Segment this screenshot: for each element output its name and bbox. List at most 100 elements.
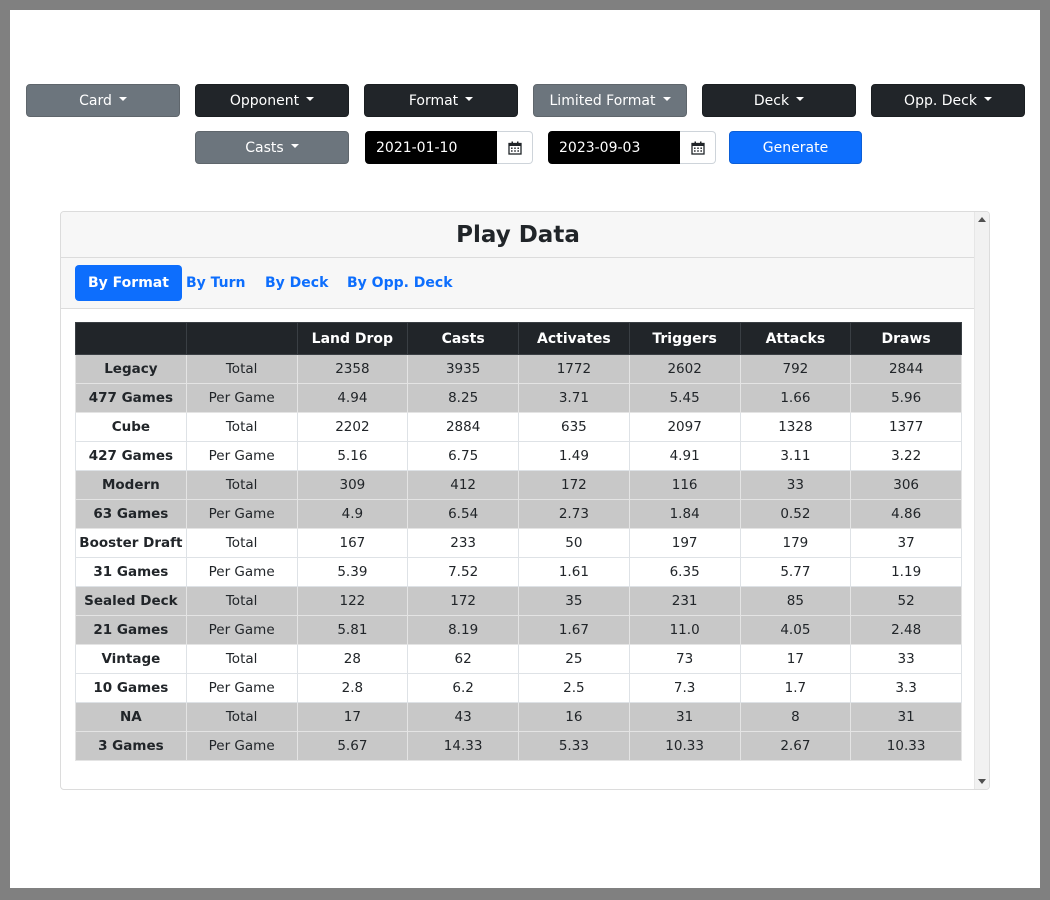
column-header-activates: Activates <box>518 322 630 355</box>
page: Card Opponent Format Limited Format Deck… <box>10 10 1040 888</box>
table-cell: 2.48 <box>850 615 962 645</box>
table-cell: 85 <box>739 586 852 616</box>
row-type: Per Game <box>185 731 298 761</box>
tab-by-opp-deck[interactable]: By Opp. Deck <box>334 265 466 301</box>
table-cell: 7.52 <box>407 557 519 587</box>
casts-stat-dropdown[interactable]: Casts <box>195 131 349 164</box>
table-cell: 0.52 <box>739 499 852 529</box>
row-header: 3 Games <box>75 731 187 761</box>
tab-by-turn[interactable]: By Turn <box>173 265 259 301</box>
table-cell: 3.11 <box>739 441 852 471</box>
table-cell: 10.33 <box>850 731 962 761</box>
format-filter-label: Format <box>408 92 459 109</box>
column-header-draws: Draws <box>850 322 962 355</box>
row-header: 477 Games <box>75 383 187 413</box>
table-cell: 17 <box>296 702 409 732</box>
deck-filter-dropdown[interactable]: Deck <box>702 84 856 117</box>
table-cell: 1.66 <box>739 383 852 413</box>
casts-stat-label: Casts <box>245 139 284 156</box>
scroll-up-icon[interactable] <box>978 217 986 222</box>
table-cell: 33 <box>850 644 962 674</box>
row-type: Per Game <box>185 383 298 413</box>
opp-deck-filter-dropdown[interactable]: Opp. Deck <box>871 84 1025 117</box>
caret-down-icon <box>306 96 315 101</box>
caret-down-icon <box>465 96 474 101</box>
table-cell: 116 <box>628 470 741 500</box>
table-cell: 5.96 <box>850 383 962 413</box>
table-cell: 6.2 <box>407 673 519 703</box>
scroll-down-icon[interactable] <box>978 779 986 784</box>
table-cell: 3.22 <box>850 441 962 471</box>
table-cell: 197 <box>628 528 741 558</box>
table-row: 3 Games Per Game 5.67 14.33 5.33 10.33 2.67 10.… <box>75 731 962 761</box>
row-header: Booster Draft <box>75 528 187 558</box>
table-cell: 2602 <box>628 354 741 384</box>
table-cell: 1328 <box>739 412 852 442</box>
format-filter-dropdown[interactable]: Format <box>364 84 518 117</box>
row-header: NA <box>75 702 187 732</box>
table-cell: 792 <box>739 354 852 384</box>
row-header: Sealed Deck <box>75 586 187 616</box>
table-cell: 8.19 <box>407 615 519 645</box>
table-row: Cube Total 2202 2884 635 2097 1328 1377 <box>75 412 962 442</box>
start-date-value: 2021-01-10 <box>376 139 458 156</box>
row-header: 10 Games <box>75 673 187 703</box>
table-cell: 10.33 <box>628 731 741 761</box>
table-cell: 4.9 <box>296 499 409 529</box>
table-cell: 6.54 <box>407 499 519 529</box>
table-cell: 43 <box>407 702 519 732</box>
opponent-filter-label: Opponent <box>229 92 300 109</box>
row-type: Per Game <box>185 499 298 529</box>
start-date-picker-button[interactable] <box>497 131 533 164</box>
table-cell: 6.35 <box>628 557 741 587</box>
caret-down-icon <box>662 96 671 101</box>
tab-by-deck[interactable]: By Deck <box>252 265 341 301</box>
caret-down-icon <box>118 96 127 101</box>
table-cell: 7.3 <box>628 673 741 703</box>
table-cell: 635 <box>518 412 630 442</box>
vertical-scrollbar[interactable] <box>974 212 989 789</box>
column-header-land-drop: Land Drop <box>296 322 409 355</box>
table-cell: 6.75 <box>407 441 519 471</box>
table-row: 10 Games Per Game 2.8 6.2 2.5 7.3 1.7 3.3 <box>75 673 962 703</box>
column-header <box>75 322 187 355</box>
row-type: Per Game <box>185 673 298 703</box>
generate-button[interactable]: Generate <box>729 131 862 164</box>
table-cell: 2.5 <box>518 673 630 703</box>
table-cell: 8 <box>739 702 852 732</box>
row-header: Cube <box>75 412 187 442</box>
start-date-input[interactable]: 2021-01-10 <box>365 131 497 164</box>
row-type: Per Game <box>185 615 298 645</box>
table-cell: 35 <box>518 586 630 616</box>
end-date-input[interactable]: 2023-09-03 <box>548 131 680 164</box>
play-data-table: Land Drop Casts Activates Triggers Attac… <box>75 322 962 761</box>
opponent-filter-dropdown[interactable]: Opponent <box>195 84 349 117</box>
limited-format-filter-label: Limited Format <box>549 92 656 109</box>
row-type: Total <box>185 354 298 384</box>
table-cell: 5.67 <box>296 731 409 761</box>
table-cell: 2.8 <box>296 673 409 703</box>
end-date-picker-button[interactable] <box>680 131 716 164</box>
tab-by-format[interactable]: By Format <box>75 265 182 301</box>
row-header: 427 Games <box>75 441 187 471</box>
table-cell: 1.84 <box>628 499 741 529</box>
table-row: 21 Games Per Game 5.81 8.19 1.67 11.0 4.05 2.48 <box>75 615 962 645</box>
table-cell: 412 <box>407 470 519 500</box>
table-cell: 11.0 <box>628 615 741 645</box>
row-header: 21 Games <box>75 615 187 645</box>
card-filter-dropdown[interactable]: Card <box>26 84 180 117</box>
table-cell: 233 <box>407 528 519 558</box>
table-cell: 28 <box>296 644 409 674</box>
table-cell: 5.81 <box>296 615 409 645</box>
table-cell: 52 <box>850 586 962 616</box>
limited-format-filter-dropdown[interactable]: Limited Format <box>533 84 687 117</box>
generate-label: Generate <box>762 139 829 156</box>
row-type: Total <box>185 644 298 674</box>
table-cell: 5.45 <box>628 383 741 413</box>
table-cell: 1.61 <box>518 557 630 587</box>
table-cell: 17 <box>739 644 852 674</box>
table-cell: 5.39 <box>296 557 409 587</box>
card-title: Play Data <box>61 212 989 258</box>
caret-down-icon <box>290 143 299 148</box>
table-cell: 1.67 <box>518 615 630 645</box>
